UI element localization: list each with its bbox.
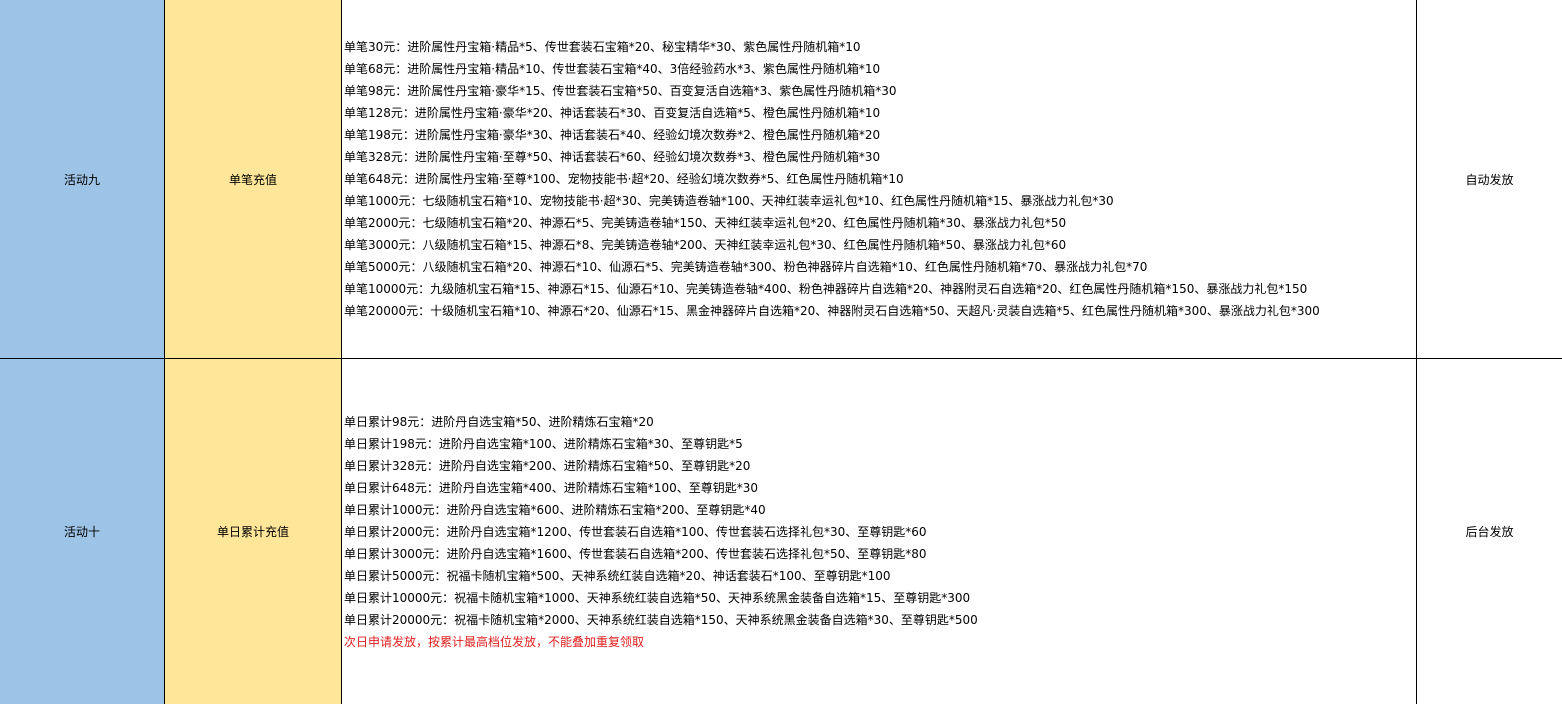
activity-type-cell[interactable]: 单日累计充值 (165, 359, 342, 704)
reward-line: 单笔3000元：八级随机宝石箱*15、神源石*8、完美铸造卷轴*200、天神红装… (344, 238, 1067, 252)
distribution-method: 自动发放 (1465, 172, 1514, 187)
reward-line: 单笔20000元：十级随机宝石箱*10、神源石*20、仙源石*15、黑金神器碎片… (344, 304, 1320, 318)
claim-rule-note: 次日申请发放，按累计最高档位发放，不能叠加重复领取 (344, 634, 645, 649)
reward-line: 单日累计2000元：进阶丹自选宝箱*1200、传世套装石自选箱*100、传世套装… (344, 524, 927, 539)
activity-type: 单日累计充值 (216, 525, 289, 539)
reward-line: 单笔5000元：八级随机宝石箱*20、神源石*10、仙源石*5、完美铸造卷轴*3… (344, 260, 1148, 274)
activity-type-cell[interactable]: 单笔充值 (165, 0, 342, 358)
distribution-method-cell[interactable]: 后台发放 (1417, 359, 1562, 704)
reward-line: 单笔10000元：九级随机宝石箱*15、神源石*15、仙源石*10、完美铸造卷轴… (344, 282, 1308, 296)
reward-line: 单日累计1000元：进阶丹自选宝箱*600、进阶精炼石宝箱*200、至尊钥匙*4… (344, 502, 766, 517)
reward-line: 单日累计98元：进阶丹自选宝箱*50、进阶精炼石宝箱*20 (344, 414, 654, 429)
reward-line: 单笔1000元：七级随机宝石箱*10、宠物技能书·超*30、完美铸造卷轴*100… (344, 194, 1114, 208)
distribution-method: 后台发放 (1465, 525, 1514, 539)
spreadsheet: 活动九 单笔充值 单笔30元：进阶属性丹宝箱·精品*5、传世套装石宝箱*20、秘… (0, 0, 1562, 704)
table-row: 活动九 单笔充值 单笔30元：进阶属性丹宝箱·精品*5、传世套装石宝箱*20、秘… (0, 0, 1562, 359)
reward-line: 单日累计648元：进阶丹自选宝箱*400、进阶精炼石宝箱*100、至尊钥匙*30 (344, 480, 758, 495)
activity-name: 活动十 (63, 525, 100, 539)
distribution-method-cell[interactable]: 自动发放 (1417, 0, 1562, 358)
table-row: 活动十 单日累计充值 单日累计98元：进阶丹自选宝箱*50、进阶精炼石宝箱*20… (0, 359, 1562, 704)
activity-name-cell[interactable]: 活动九 (0, 0, 165, 358)
reward-line: 单日累计3000元：进阶丹自选宝箱*1600、传世套装石自选箱*200、传世套装… (344, 546, 927, 561)
activity-type: 单笔充值 (228, 172, 277, 187)
reward-line: 单日累计20000元：祝福卡随机宝箱*2000、天神系统红装自选箱*150、天神… (344, 612, 978, 627)
reward-line: 单笔648元：进阶属性丹宝箱·至尊*100、宠物技能书·超*20、经验幻境次数券… (344, 172, 904, 186)
reward-line: 单日累计198元：进阶丹自选宝箱*100、进阶精炼石宝箱*30、至尊钥匙*5 (344, 436, 743, 451)
rewards-cell[interactable]: 单笔30元：进阶属性丹宝箱·精品*5、传世套装石宝箱*20、秘宝精华*30、紫色… (342, 0, 1417, 358)
reward-line: 单笔68元：进阶属性丹宝箱·精品*10、传世套装石宝箱*40、3倍经验药水*3、… (344, 62, 881, 76)
reward-line: 单笔198元：进阶属性丹宝箱·豪华*30、神话套装石*40、经验幻境次数券*2、… (344, 128, 881, 142)
reward-line: 单笔328元：进阶属性丹宝箱·至尊*50、神话套装石*60、经验幻境次数券*3、… (344, 150, 881, 164)
reward-line: 单日累计5000元：祝福卡随机宝箱*500、天神系统红装自选箱*20、神话套装石… (344, 568, 891, 583)
rewards-cell[interactable]: 单日累计98元：进阶丹自选宝箱*50、进阶精炼石宝箱*20 单日累计198元：进… (342, 359, 1417, 704)
reward-line: 单日累计10000元：祝福卡随机宝箱*1000、天神系统红装自选箱*50、天神系… (344, 590, 971, 605)
reward-line: 单笔2000元：七级随机宝石箱*20、神源石*5、完美铸造卷轴*150、天神红装… (344, 216, 1067, 230)
reward-line: 单日累计328元：进阶丹自选宝箱*200、进阶精炼石宝箱*50、至尊钥匙*20 (344, 458, 751, 473)
reward-line: 单笔128元：进阶属性丹宝箱·豪华*20、神话套装石*30、百变复活自选箱*5、… (344, 106, 881, 120)
reward-line: 单笔98元：进阶属性丹宝箱·豪华*15、传世套装石宝箱*50、百变复活自选箱*3… (344, 84, 897, 98)
activity-name: 活动九 (63, 172, 100, 187)
reward-line: 单笔30元：进阶属性丹宝箱·精品*5、传世套装石宝箱*20、秘宝精华*30、紫色… (344, 40, 861, 54)
activity-name-cell[interactable]: 活动十 (0, 359, 165, 704)
